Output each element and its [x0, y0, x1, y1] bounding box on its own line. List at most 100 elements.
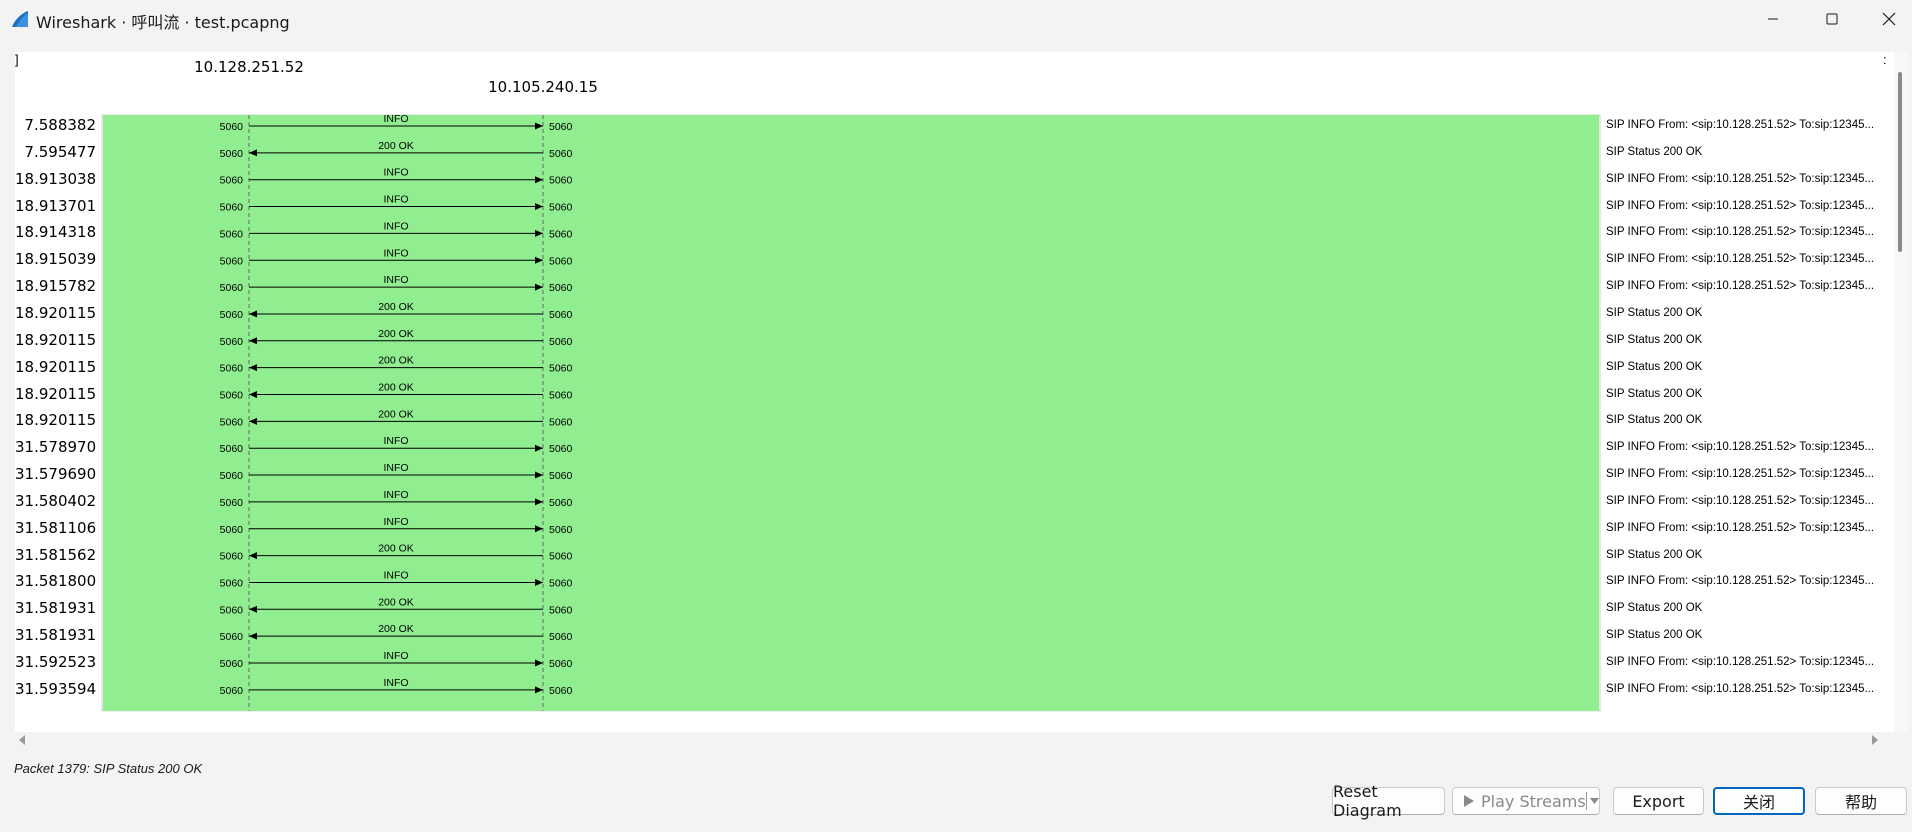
message-label[interactable]: 200 OK [378, 408, 414, 420]
message-label[interactable]: 200 OK [378, 355, 414, 367]
scroll-right-icon[interactable] [1870, 734, 1880, 746]
comment-cell[interactable]: SIP Status 200 OK [1606, 361, 1895, 373]
comment-cell[interactable]: SIP INFO From: <sip:10.128.251.52> To:si… [1606, 468, 1895, 480]
comment-cell[interactable]: SIP INFO From: <sip:10.128.251.52> To:si… [1606, 119, 1895, 131]
message-label[interactable]: INFO [383, 194, 408, 206]
help-button[interactable]: 帮助 [1815, 787, 1907, 815]
close-window-button[interactable] [1866, 0, 1912, 38]
time-cell[interactable]: 31.581800 [15, 572, 96, 590]
message-label[interactable]: INFO [383, 247, 408, 259]
minimize-icon [1768, 18, 1778, 20]
destination-port: 5060 [549, 497, 573, 509]
message-label[interactable]: INFO [383, 677, 408, 689]
destination-port: 5060 [549, 470, 573, 482]
close-button[interactable]: 关闭 [1713, 787, 1805, 815]
play-streams-button[interactable]: Play Streams [1452, 787, 1600, 815]
message-label[interactable]: INFO [383, 274, 408, 286]
reset-diagram-label: Reset Diagram [1333, 782, 1402, 820]
message-label[interactable]: 200 OK [378, 623, 414, 635]
time-cell[interactable]: 7.595477 [15, 143, 96, 161]
scroll-left-icon[interactable] [17, 734, 27, 746]
time-cell[interactable]: 31.593594 [15, 680, 96, 698]
vertical-scroll-thumb[interactable] [1898, 72, 1902, 252]
time-cell[interactable]: 31.581106 [15, 519, 96, 537]
comment-cell[interactable]: SIP Status 200 OK [1606, 388, 1895, 400]
comment-cell[interactable]: SIP INFO From: <sip:10.128.251.52> To:si… [1606, 683, 1895, 695]
message-label[interactable]: INFO [383, 113, 408, 125]
destination-port: 5060 [549, 604, 573, 616]
message-label[interactable]: INFO [383, 462, 408, 474]
comment-cell[interactable]: SIP INFO From: <sip:10.128.251.52> To:si… [1606, 253, 1895, 265]
source-port: 5060 [220, 416, 244, 428]
comment-cell[interactable]: SIP Status 200 OK [1606, 414, 1895, 426]
comment-cell[interactable]: SIP Status 200 OK [1606, 602, 1895, 614]
time-cell[interactable]: 31.581931 [15, 599, 96, 617]
message-label[interactable]: INFO [383, 489, 408, 501]
message-label[interactable]: INFO [383, 650, 408, 662]
source-port: 5060 [220, 551, 244, 563]
comment-cell[interactable]: SIP INFO From: <sip:10.128.251.52> To:si… [1606, 173, 1895, 185]
message-label[interactable]: 200 OK [378, 596, 414, 608]
time-cell[interactable]: 18.913701 [15, 197, 96, 215]
time-cell[interactable]: 18.920115 [15, 411, 96, 429]
status-text: Packet 1379: SIP Status 200 OK [14, 761, 203, 776]
time-cell[interactable]: 18.915039 [15, 250, 96, 268]
source-port: 5060 [220, 202, 244, 214]
comment-cell[interactable]: SIP INFO From: <sip:10.128.251.52> To:si… [1606, 200, 1895, 212]
time-cell[interactable]: 31.581931 [15, 626, 96, 644]
source-port: 5060 [220, 604, 244, 616]
message-label[interactable]: INFO [383, 435, 408, 447]
time-cell[interactable]: 18.920115 [15, 385, 96, 403]
comment-cell[interactable]: SIP Status 200 OK [1606, 146, 1895, 158]
time-cell[interactable]: 31.578970 [15, 438, 96, 456]
comment-cell[interactable]: SIP INFO From: <sip:10.128.251.52> To:si… [1606, 495, 1895, 507]
title-bar: Wireshark · 呼叫流 · test.pcapng [0, 0, 1912, 38]
chevron-down-icon[interactable] [1590, 798, 1599, 804]
export-label: Export [1632, 791, 1685, 811]
time-cell[interactable]: 31.580402 [15, 492, 96, 510]
comment-cell[interactable]: SIP INFO From: <sip:10.128.251.52> To:si… [1606, 226, 1895, 238]
message-label[interactable]: 200 OK [378, 140, 414, 152]
vertical-scrollbar[interactable] [1894, 52, 1908, 732]
comment-cell[interactable]: SIP INFO From: <sip:10.128.251.52> To:si… [1606, 280, 1895, 292]
minimize-button[interactable] [1750, 0, 1796, 38]
time-cell[interactable]: 31.592523 [15, 653, 96, 671]
comment-cell[interactable]: SIP INFO From: <sip:10.128.251.52> To:si… [1606, 656, 1895, 668]
comment-cell[interactable]: SIP Status 200 OK [1606, 549, 1895, 561]
comment-cell[interactable]: SIP INFO From: <sip:10.128.251.52> To:si… [1606, 522, 1895, 534]
close-icon [1882, 12, 1896, 26]
time-cell[interactable]: 18.915782 [15, 277, 96, 295]
message-label[interactable]: INFO [383, 220, 408, 232]
message-label[interactable]: INFO [383, 569, 408, 581]
comment-cell[interactable]: SIP Status 200 OK [1606, 334, 1895, 346]
message-label[interactable]: 200 OK [378, 301, 414, 313]
message-label[interactable]: INFO [383, 167, 408, 179]
source-port: 5060 [220, 228, 244, 240]
message-label[interactable]: 200 OK [378, 382, 414, 394]
destination-port: 5060 [549, 577, 573, 589]
source-port: 5060 [220, 390, 244, 402]
comment-cell[interactable]: SIP Status 200 OK [1606, 307, 1895, 319]
flow-diagram-canvas[interactable]: ] : 10.128.251.52 10.105.240.15 INFO 5060… [15, 52, 1895, 732]
reset-diagram-button[interactable]: Reset Diagram [1332, 782, 1445, 820]
time-cell[interactable]: 18.920115 [15, 358, 96, 376]
comment-cell[interactable]: SIP INFO From: <sip:10.128.251.52> To:si… [1606, 575, 1895, 587]
message-label[interactable]: INFO [383, 516, 408, 528]
time-cell[interactable]: 18.920115 [15, 304, 96, 322]
message-label[interactable]: 200 OK [378, 543, 414, 555]
destination-port: 5060 [549, 658, 573, 670]
time-cell[interactable]: 31.581562 [15, 546, 96, 564]
time-cell[interactable]: 18.920115 [15, 331, 96, 349]
comment-cell[interactable]: SIP INFO From: <sip:10.128.251.52> To:si… [1606, 441, 1895, 453]
time-cell[interactable]: 31.579690 [15, 465, 96, 483]
export-button[interactable]: Export [1613, 787, 1704, 815]
destination-port: 5060 [549, 524, 573, 536]
flow-background [103, 115, 1599, 711]
time-cell[interactable]: 7.588382 [15, 116, 96, 134]
maximize-button[interactable] [1809, 0, 1855, 38]
message-label[interactable]: 200 OK [378, 328, 414, 340]
time-cell[interactable]: 18.914318 [15, 223, 96, 241]
time-cell[interactable]: 18.913038 [15, 170, 96, 188]
comment-cell[interactable]: SIP Status 200 OK [1606, 629, 1895, 641]
destination-port: 5060 [549, 121, 573, 133]
